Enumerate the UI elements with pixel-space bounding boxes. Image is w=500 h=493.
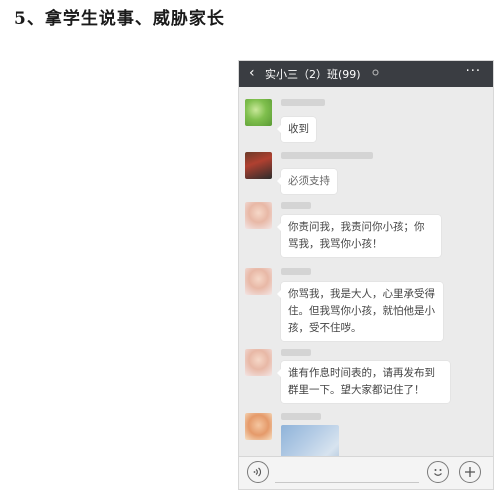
message-bubble: 必须支持 xyxy=(277,169,337,194)
more-icon[interactable]: ··· xyxy=(466,64,481,79)
chat-header: ‹ 实小三（2）班(99) ··· xyxy=(239,61,493,87)
message-bubble: 谁有作息时间表的，请再发布到群里一下。望大家都记住了！ xyxy=(277,361,450,403)
avatar[interactable] xyxy=(245,268,272,295)
sender-name-blurred xyxy=(281,413,321,420)
avatar[interactable] xyxy=(245,413,272,440)
emoji-icon[interactable] xyxy=(427,461,449,483)
sender-name-blurred xyxy=(281,152,373,159)
avatar[interactable] xyxy=(245,202,272,229)
mute-icon xyxy=(372,69,379,76)
back-icon[interactable]: ‹ xyxy=(249,65,255,81)
message-bubble: 你责问我，我责问你小孩；你骂我，我骂你小孩！ xyxy=(277,215,441,257)
message-bubble: 你骂我，我是大人，心里承受得住。但我骂你小孩，就怕他是小孩，受不住哕。 xyxy=(277,282,443,341)
message-bubble: 收到 xyxy=(277,117,316,142)
sender-name-blurred xyxy=(281,202,311,209)
avatar[interactable] xyxy=(245,99,272,126)
sender-name-blurred xyxy=(281,99,325,106)
avatar[interactable] xyxy=(245,152,272,179)
sender-name-blurred xyxy=(281,268,311,275)
chat-title: 实小三（2）班(99) xyxy=(265,68,361,81)
chat-window: ‹ 实小三（2）班(99) ··· 收到 必须支持 你责问我，我责问你小孩；你骂… xyxy=(238,60,494,490)
avatar[interactable] xyxy=(245,349,272,376)
page-heading: 5、拿学生说事、威胁家长 xyxy=(14,9,225,29)
sender-name-blurred xyxy=(281,349,311,356)
message-input[interactable] xyxy=(275,462,419,483)
plus-icon[interactable] xyxy=(459,461,481,483)
voice-icon[interactable] xyxy=(247,461,269,483)
input-bar xyxy=(239,456,493,489)
